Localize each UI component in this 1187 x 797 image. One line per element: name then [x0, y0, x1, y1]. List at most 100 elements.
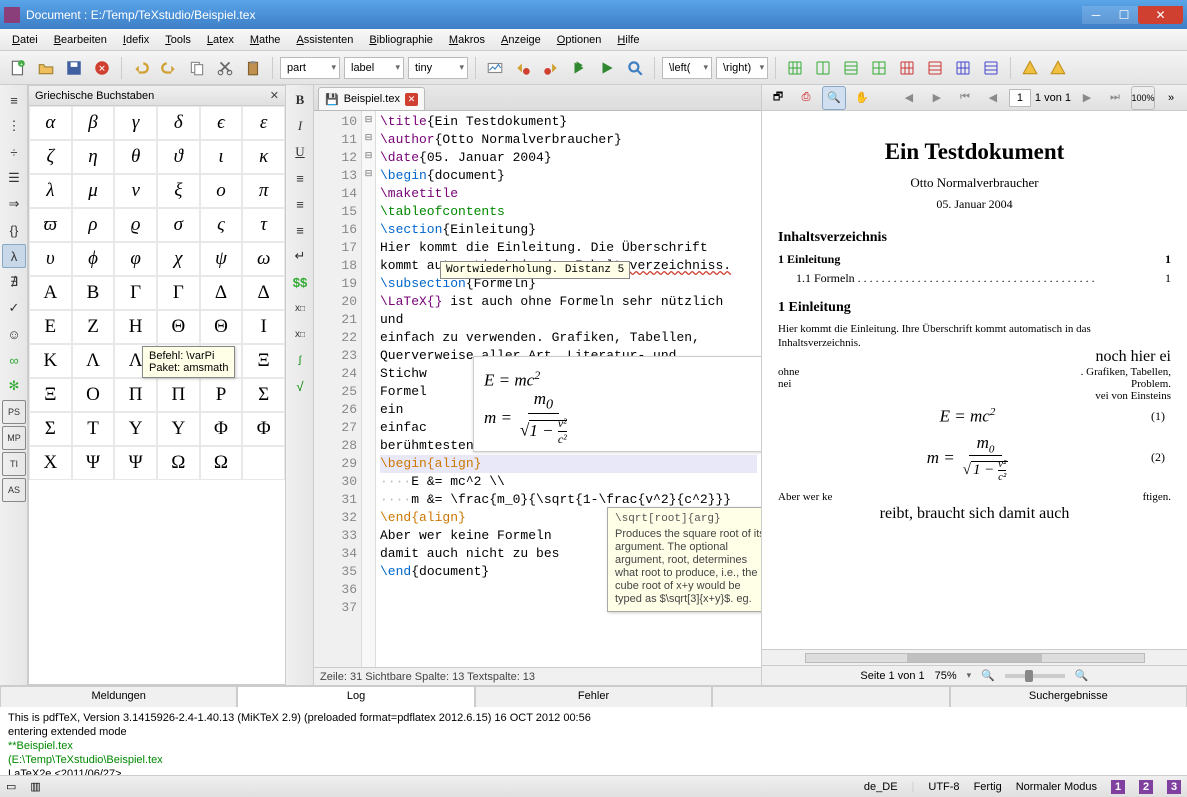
- symbol-cell[interactable]: Θ: [157, 310, 200, 344]
- zoom-in-icon[interactable]: 🔍: [1075, 669, 1089, 682]
- italic-icon[interactable]: I: [288, 114, 312, 138]
- symbol-cell[interactable]: T: [72, 412, 115, 446]
- symbol-cell[interactable]: η: [72, 140, 115, 174]
- minimize-button[interactable]: ─: [1082, 6, 1110, 24]
- bookmark-3-icon[interactable]: 3: [1167, 780, 1181, 794]
- smiley-icon[interactable]: ☺: [2, 322, 26, 346]
- menu-datei[interactable]: Datei: [4, 32, 46, 48]
- menu-makros[interactable]: Makros: [441, 32, 493, 48]
- pv-hand-icon[interactable]: ✋: [850, 86, 874, 110]
- pv-zoom-icon[interactable]: 🔍: [822, 86, 846, 110]
- symbol-cell[interactable]: Υ: [157, 412, 200, 446]
- cut-button[interactable]: [213, 56, 237, 80]
- symbol-cell[interactable]: γ: [114, 106, 157, 140]
- pv-more-icon[interactable]: »: [1159, 86, 1183, 110]
- paste-button[interactable]: [241, 56, 265, 80]
- braces-icon[interactable]: {}: [2, 218, 26, 242]
- lambda-icon[interactable]: λ: [2, 244, 26, 268]
- panel-close-icon[interactable]: ✕: [270, 89, 279, 102]
- left-delim-combo[interactable]: \left(: [662, 57, 712, 79]
- symbol-cell[interactable]: I: [242, 310, 285, 344]
- matrix-icon-6[interactable]: [923, 56, 947, 80]
- symbol-cell[interactable]: Δ: [200, 276, 243, 310]
- symbol-cell[interactable]: ϵ: [200, 106, 243, 140]
- underline-icon[interactable]: U: [288, 140, 312, 164]
- symbol-cell[interactable]: ν: [114, 174, 157, 208]
- symbol-cell[interactable]: Γ: [157, 276, 200, 310]
- frac-icon[interactable]: ∫: [288, 348, 312, 372]
- symbol-cell[interactable]: κ: [242, 140, 285, 174]
- right-delim-combo[interactable]: \right): [716, 57, 768, 79]
- symbol-cell[interactable]: υ: [29, 242, 72, 276]
- symbol-cell[interactable]: φ: [114, 242, 157, 276]
- symbol-cell[interactable]: Φ: [200, 412, 243, 446]
- pv-fit-icon[interactable]: 100%: [1131, 86, 1155, 110]
- open-file-button[interactable]: [34, 56, 58, 80]
- preview-hscroll[interactable]: [762, 649, 1187, 665]
- section-combo[interactable]: part: [280, 57, 340, 79]
- menu-latex[interactable]: Latex: [199, 32, 242, 48]
- bottom-tab-suchergebnisse[interactable]: Suchergebnisse: [950, 686, 1187, 707]
- pv-first-icon[interactable]: ⏮: [953, 86, 977, 110]
- symbol-cell[interactable]: K: [29, 344, 72, 378]
- symbol-cell[interactable]: Ω: [200, 446, 243, 480]
- symbol-cell[interactable]: ρ: [72, 208, 115, 242]
- symbol-cell[interactable]: ϱ: [114, 208, 157, 242]
- symbol-cell[interactable]: B: [72, 276, 115, 310]
- close-file-button[interactable]: ✕: [90, 56, 114, 80]
- fontsize-combo[interactable]: tiny: [408, 57, 468, 79]
- symbol-cell[interactable]: ψ: [200, 242, 243, 276]
- symbol-cell[interactable]: Γ: [114, 276, 157, 310]
- pv-next-icon[interactable]: ▶: [1075, 86, 1099, 110]
- save-button[interactable]: [62, 56, 86, 80]
- matrix-icon-4[interactable]: [867, 56, 891, 80]
- symbol-cell[interactable]: θ: [114, 140, 157, 174]
- symbol-cell[interactable]: E: [29, 310, 72, 344]
- menu-mathe[interactable]: Mathe: [242, 32, 289, 48]
- maximize-button[interactable]: ☐: [1110, 6, 1138, 24]
- build-view-button[interactable]: [483, 56, 507, 80]
- menu-idefix[interactable]: Idefix: [115, 32, 157, 48]
- copy-button[interactable]: [185, 56, 209, 80]
- bottom-tab-meldungen[interactable]: Meldungen: [0, 686, 237, 707]
- symbol-cell[interactable]: ε: [242, 106, 285, 140]
- symbol-cell[interactable]: π: [242, 174, 285, 208]
- symbol-cell[interactable]: A: [29, 276, 72, 310]
- symbol-cell[interactable]: μ: [72, 174, 115, 208]
- warn-icon-1[interactable]: [1018, 56, 1042, 80]
- tab-close-icon[interactable]: ✕: [405, 93, 418, 106]
- pv-back-icon[interactable]: ◀: [897, 86, 921, 110]
- star-icon[interactable]: ✻: [2, 374, 26, 398]
- symbol-cell[interactable]: Ψ: [114, 446, 157, 480]
- next-error-button[interactable]: [539, 56, 563, 80]
- symbol-cell[interactable]: Π: [114, 378, 157, 412]
- bookmark-1-icon[interactable]: 1: [1111, 780, 1125, 794]
- close-button[interactable]: ✕: [1138, 6, 1183, 24]
- symbol-cell[interactable]: O: [72, 378, 115, 412]
- align-right-icon[interactable]: ≡: [288, 218, 312, 242]
- sup-icon[interactable]: x□: [288, 322, 312, 346]
- compile-button[interactable]: [567, 56, 591, 80]
- panel-toggle-icon[interactable]: ▭: [6, 780, 16, 793]
- undo-button[interactable]: [129, 56, 153, 80]
- symbol-cell[interactable]: Σ: [29, 412, 72, 446]
- divide-icon[interactable]: ÷: [2, 140, 26, 164]
- symbol-cell[interactable]: β: [72, 106, 115, 140]
- matrix-icon-3[interactable]: [839, 56, 863, 80]
- symbol-cell[interactable]: Z: [72, 310, 115, 344]
- symbol-cell[interactable]: ϕ: [72, 242, 115, 276]
- symbol-cell[interactable]: Θ: [200, 310, 243, 344]
- check-icon[interactable]: ✓: [2, 296, 26, 320]
- bottom-tab-log[interactable]: Log: [237, 686, 474, 707]
- symbol-cell[interactable]: ς: [200, 208, 243, 242]
- matrix-icon-1[interactable]: [783, 56, 807, 80]
- pv-window-icon[interactable]: 🗗: [766, 86, 790, 110]
- symbol-cell[interactable]: [242, 446, 285, 480]
- structure-icon[interactable]: ≡: [2, 88, 26, 112]
- symbol-cell[interactable]: Ω: [157, 446, 200, 480]
- symbol-cell[interactable]: Ψ: [72, 446, 115, 480]
- lines-icon[interactable]: ☰: [2, 166, 26, 190]
- menu-hilfe[interactable]: Hilfe: [609, 32, 647, 48]
- pv-page-input[interactable]: [1009, 89, 1031, 107]
- log-panel[interactable]: This is pdfTeX, Version 3.1415926-2.4-1.…: [0, 707, 1187, 775]
